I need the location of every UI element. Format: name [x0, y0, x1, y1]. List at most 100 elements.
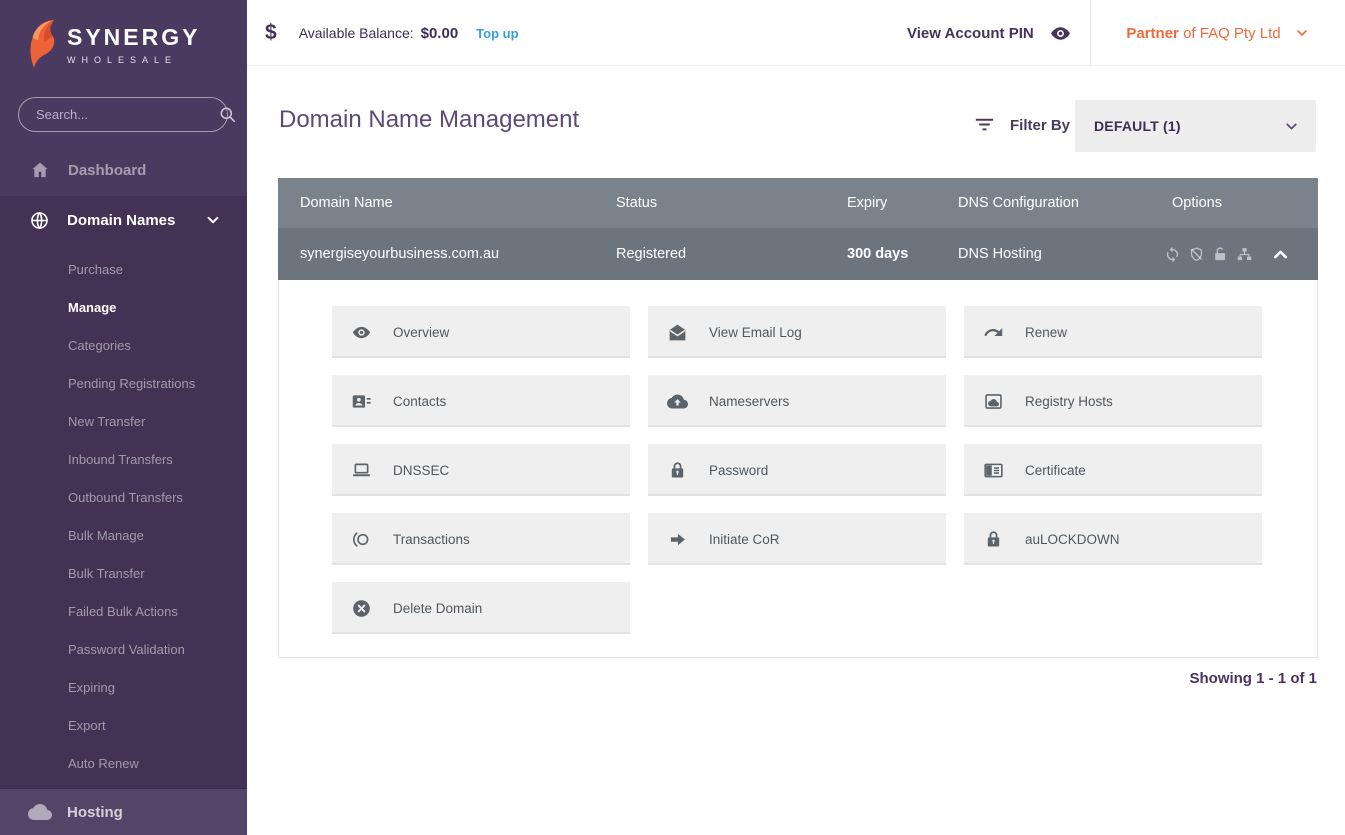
partner-account-dropdown[interactable]: Partner of FAQ Pty Ltd: [1091, 0, 1345, 66]
cloud-icon: [28, 804, 52, 820]
arrow-right-icon: [670, 533, 685, 545]
action-nameservers[interactable]: Nameservers: [648, 375, 946, 427]
row-option-icons: [1164, 228, 1253, 280]
sidebar-item-label: Hosting: [67, 803, 123, 821]
brand-tagline: WHOLESALE: [67, 54, 178, 65]
action-contacts[interactable]: Contacts: [332, 375, 630, 427]
sidebar-subitem-export[interactable]: Export: [68, 706, 195, 744]
chevron-down-icon: [1296, 30, 1307, 36]
sidebar-subitem-auto-renew[interactable]: Auto Renew: [68, 744, 195, 782]
sidebar-subitem-manage[interactable]: Manage: [68, 288, 195, 326]
app-window: SYNERGY WHOLESALE Dashboard Domain Names: [0, 0, 1345, 835]
view-account-pin-button[interactable]: View Account PIN: [907, 0, 1072, 66]
action-dnssec[interactable]: DNSSEC: [332, 444, 630, 496]
flame-icon: [30, 19, 55, 69]
top-up-link[interactable]: Top up: [476, 26, 518, 41]
action-registry-hosts[interactable]: Registry Hosts: [964, 375, 1262, 427]
pagination-summary: Showing 1 - 1 of 1: [1189, 670, 1317, 687]
eye-icon: [1050, 26, 1070, 40]
redo-icon: [984, 327, 1003, 336]
sidebar-item-label: Dashboard: [68, 161, 147, 179]
laptop-icon: [353, 463, 370, 476]
filter-icon: [975, 118, 994, 131]
table-row[interactable]: synergiseyourbusiness.com.au Registered …: [278, 228, 1318, 280]
action-transactions[interactable]: Transactions: [332, 513, 630, 565]
table-header: Domain Name Status Expiry DNS Configurat…: [278, 178, 1318, 228]
action-certificate[interactable]: Certificate: [964, 444, 1262, 496]
view-account-pin-label: View Account PIN: [907, 24, 1034, 42]
sidebar-search: [18, 97, 236, 132]
domain-actions-panel: Overview View Email Log Renew Contacts N…: [278, 280, 1318, 658]
expiry-cell: 300 days: [847, 246, 909, 262]
shield-off-icon[interactable]: [1188, 246, 1205, 263]
sidebar-item-dashboard[interactable]: Dashboard: [0, 148, 247, 192]
page-title: Domain Name Management: [279, 106, 580, 133]
sidebar-subitem-purchase[interactable]: Purchase: [68, 250, 195, 288]
balance-group: $ Available Balance: $0.00 Top up: [265, 0, 519, 66]
sidebar-subitem-pending-registrations[interactable]: Pending Registrations: [68, 364, 195, 402]
home-icon: [32, 162, 48, 178]
topbar: $ Available Balance: $0.00 Top up View A…: [247, 0, 1345, 66]
x-circle-icon: [353, 599, 370, 617]
action-delete-domain[interactable]: Delete Domain: [332, 582, 630, 634]
chevron-down-icon: [1286, 123, 1297, 129]
brand-logo[interactable]: SYNERGY WHOLESALE: [28, 18, 200, 70]
partner-label: of FAQ Pty Ltd: [1178, 24, 1281, 42]
action-aulockdown[interactable]: auLOCKDOWN: [964, 513, 1262, 565]
sidebar-subitem-inbound-transfers[interactable]: Inbound Transfers: [68, 440, 195, 478]
contact-card-icon: [352, 394, 371, 408]
sidebar-subitem-categories[interactable]: Categories: [68, 326, 195, 364]
cloud-upload-icon: [667, 394, 688, 408]
action-overview[interactable]: Overview: [332, 306, 630, 358]
sidebar-section-domain-names: Domain Names Purchase Manage Categories …: [0, 196, 247, 788]
mail-open-icon: [669, 324, 686, 340]
dns-configuration-cell: DNS Hosting: [958, 246, 1042, 262]
col-dns-configuration: DNS Configuration: [958, 195, 1079, 211]
sidebar-subitem-bulk-manage[interactable]: Bulk Manage: [68, 516, 195, 554]
search-icon[interactable]: [218, 105, 237, 124]
domain-names-submenu: Purchase Manage Categories Pending Regis…: [68, 250, 195, 782]
sync-icon[interactable]: [1164, 246, 1181, 263]
chevron-up-icon: [1273, 250, 1288, 258]
certificate-card-icon: [984, 463, 1003, 477]
globe-icon: [31, 211, 48, 229]
sidebar-item-label: Domain Names: [67, 211, 176, 229]
balance-label: Available Balance:: [298, 25, 414, 41]
cloud-box-icon: [985, 393, 1002, 409]
sidebar-subitem-failed-bulk-actions[interactable]: Failed Bulk Actions: [68, 592, 195, 630]
filter-select[interactable]: DEFAULT (1): [1075, 100, 1316, 152]
sidebar: SYNERGY WHOLESALE Dashboard Domain Names: [0, 0, 247, 835]
sidebar-subitem-expiring[interactable]: Expiring: [68, 668, 195, 706]
action-view-email-log[interactable]: View Email Log: [648, 306, 946, 358]
sidebar-subitem-password-validation[interactable]: Password Validation: [68, 630, 195, 668]
lock-icon: [987, 530, 1000, 546]
status-cell: Registered: [616, 246, 687, 262]
partner-label-bold: Partner: [1126, 24, 1179, 42]
sidebar-subitem-bulk-transfer[interactable]: Bulk Transfer: [68, 554, 195, 592]
unlock-icon[interactable]: [1212, 246, 1229, 263]
col-options: Options: [1172, 195, 1222, 211]
brand-name: SYNERGY: [67, 23, 201, 50]
lock-icon: [671, 461, 684, 477]
sidebar-subitem-new-transfer[interactable]: New Transfer: [68, 402, 195, 440]
sidebar-item-domain-names[interactable]: Domain Names: [0, 196, 247, 244]
sidebar-item-hosting[interactable]: Hosting: [0, 788, 247, 835]
chevron-down-icon: [207, 216, 219, 224]
sidebar-subitem-outbound-transfers[interactable]: Outbound Transfers: [68, 478, 195, 516]
search-input[interactable]: [19, 107, 218, 122]
collapse-row-button[interactable]: [1270, 228, 1291, 280]
col-status: Status: [616, 195, 658, 211]
sitemap-icon[interactable]: [1236, 246, 1253, 263]
filter-by-label: Filter By: [1010, 117, 1071, 134]
col-expiry: Expiry: [847, 195, 888, 211]
action-renew[interactable]: Renew: [964, 306, 1262, 358]
transactions-icon: [353, 531, 369, 547]
eye-icon: [353, 326, 370, 338]
dollar-icon: $: [265, 21, 277, 44]
filter-select-value: DEFAULT (1): [1094, 118, 1181, 134]
action-password[interactable]: Password: [648, 444, 946, 496]
action-tiles: Overview View Email Log Renew Contacts N…: [279, 280, 1317, 634]
domain-name-cell: synergiseyourbusiness.com.au: [300, 246, 500, 262]
col-domain-name: Domain Name: [300, 195, 393, 211]
action-initiate-cor[interactable]: Initiate CoR: [648, 513, 946, 565]
